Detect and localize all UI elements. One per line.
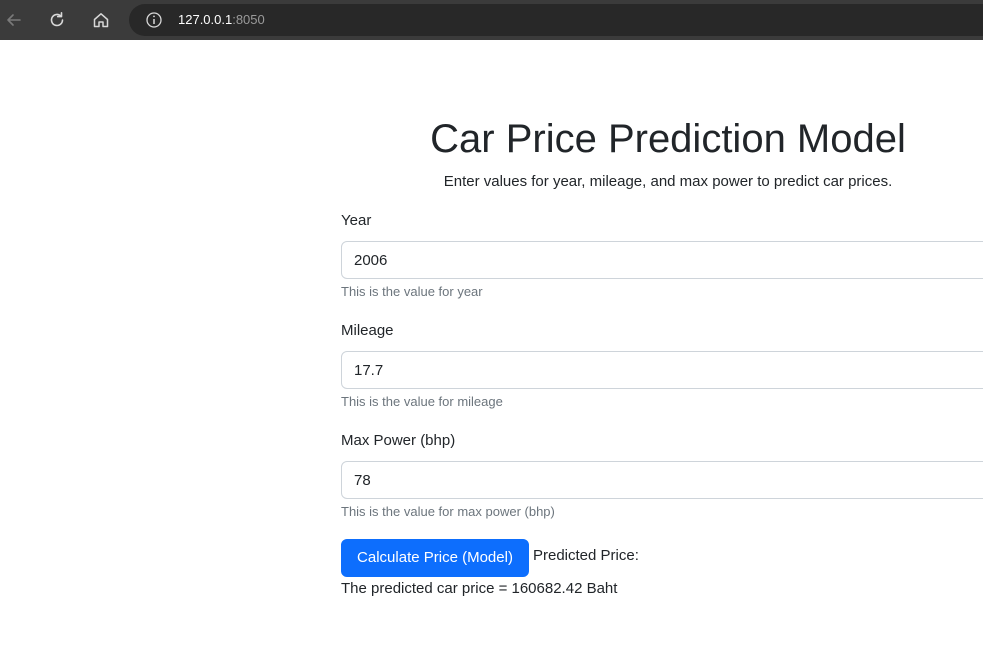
- url-port: :8050: [232, 12, 265, 27]
- arrow-left-icon: [7, 14, 21, 26]
- max-power-input[interactable]: [341, 461, 983, 499]
- predicted-price-result: The predicted car price = 160682.42 Baht: [341, 580, 618, 597]
- year-help-text: This is the value for year: [341, 284, 483, 299]
- mileage-input[interactable]: [341, 351, 983, 389]
- url-host: 127.0.0.1: [178, 12, 233, 27]
- address-bar[interactable]: 127.0.0.1:8050: [129, 4, 983, 36]
- max-power-label: Max Power (bhp): [341, 432, 456, 449]
- max-power-help-text: This is the value for max power (bhp): [341, 504, 555, 519]
- calculate-price-button[interactable]: Calculate Price (Model): [341, 539, 529, 577]
- info-icon[interactable]: [145, 11, 163, 29]
- year-input[interactable]: [341, 241, 983, 279]
- predicted-price-label: Predicted Price:: [533, 547, 639, 564]
- url-text[interactable]: 127.0.0.1:8050: [178, 11, 265, 29]
- back-button[interactable]: [2, 8, 26, 32]
- mileage-label: Mileage: [341, 322, 394, 339]
- browser-toolbar: 127.0.0.1:8050: [0, 0, 983, 40]
- home-button[interactable]: [89, 8, 113, 32]
- page-subtitle: Enter values for year, mileage, and max …: [443, 173, 893, 190]
- page-title: Car Price Prediction Model: [430, 117, 906, 161]
- reload-icon: [50, 12, 64, 27]
- home-icon: [93, 13, 109, 28]
- year-label: Year: [341, 212, 372, 229]
- reload-button[interactable]: [45, 8, 69, 32]
- mileage-help-text: This is the value for mileage: [341, 394, 503, 409]
